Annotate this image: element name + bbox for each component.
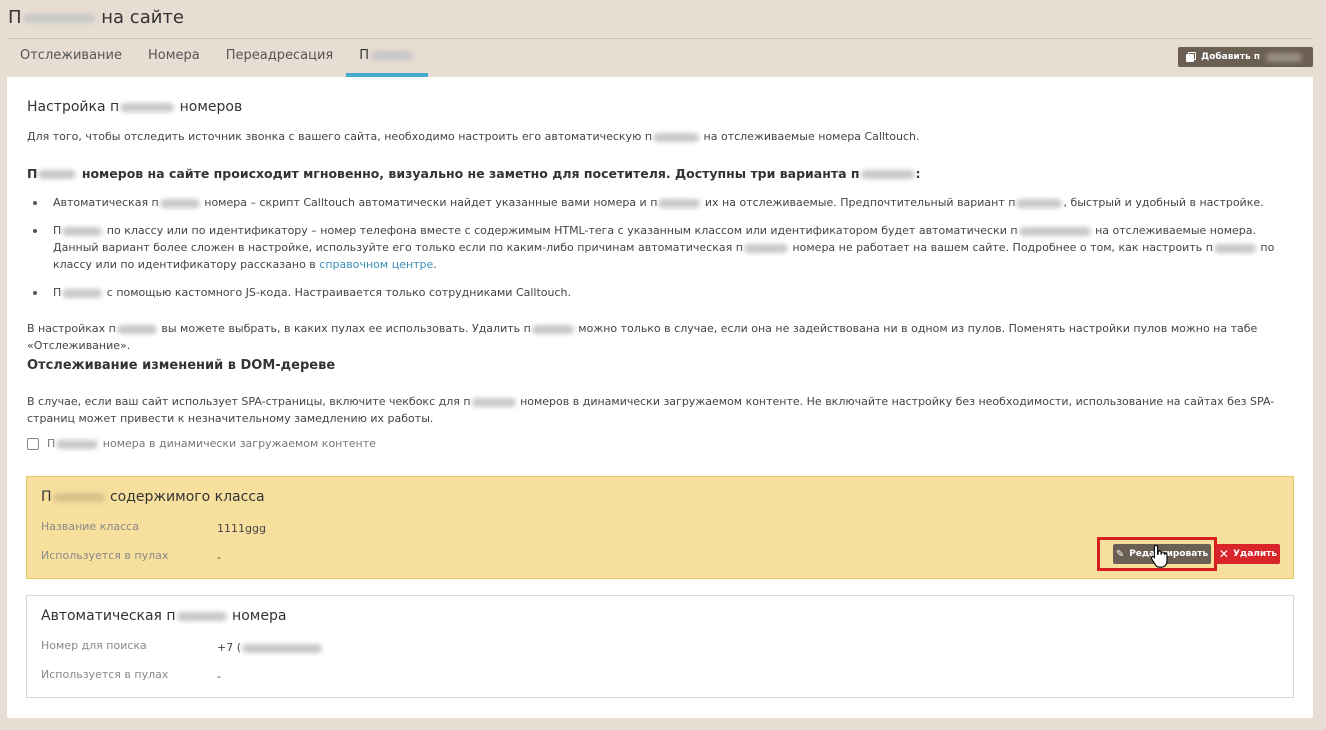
dom-heading: Отслеживание изменений в DOM-дереве bbox=[27, 358, 336, 373]
text: В настройках п bbox=[27, 322, 116, 335]
text: П bbox=[47, 437, 56, 450]
redacted-text bbox=[120, 102, 175, 112]
variants-list: Автоматическая п номера – скрипт Calltou… bbox=[27, 194, 1292, 312]
text: +7 ( bbox=[217, 641, 242, 654]
add-substitution-button[interactable]: Добавить п bbox=[1178, 47, 1313, 67]
text: с помощью кастомного JS-кода. Настраивае… bbox=[106, 286, 572, 299]
page-title: П на сайте bbox=[8, 7, 184, 28]
redacted-text bbox=[1266, 52, 1302, 62]
tab-bar: Отслеживание Номера Переадресация П bbox=[7, 39, 428, 77]
text: Для того, чтобы отследить источник звонк… bbox=[27, 130, 653, 143]
pencil-icon: ✎ bbox=[1115, 548, 1125, 560]
tab-label: Отслеживание bbox=[20, 48, 122, 63]
text: номера – скрипт Calltouch автоматически … bbox=[204, 196, 658, 209]
text: номера не работает на вашем сайте. Подро… bbox=[792, 241, 1213, 254]
auto-substitution-card: Автоматическая п номера Номер для поиска… bbox=[26, 595, 1294, 698]
lead-heading: П номеров на сайте происходит мгновенно,… bbox=[27, 166, 921, 181]
redacted-text bbox=[658, 198, 701, 208]
list-item: П с помощью кастомного JS-кода. Настраив… bbox=[27, 284, 1292, 301]
heading-text: Настройка п bbox=[27, 99, 120, 115]
redacted-text bbox=[62, 226, 103, 236]
page-title-prefix: П bbox=[8, 7, 22, 28]
checkbox-label: П номера в динамически загружаемом конте… bbox=[47, 437, 376, 450]
tab-substitution[interactable]: П bbox=[346, 39, 428, 77]
text: П bbox=[41, 489, 52, 505]
card-title: Автоматическая п номера bbox=[41, 608, 286, 624]
list-item: П по классу или по идентификатору – номе… bbox=[27, 222, 1292, 273]
text: П bbox=[53, 224, 62, 237]
redacted-text bbox=[176, 611, 227, 621]
redacted-text bbox=[242, 643, 323, 653]
redacted-text bbox=[1018, 226, 1091, 236]
redacted-text bbox=[38, 170, 77, 179]
text: номеров на сайте происходит мгновенно, в… bbox=[81, 166, 860, 181]
redacted-text bbox=[1213, 243, 1256, 253]
tab-label: Номера bbox=[148, 48, 200, 63]
pools-label: Используется в пулах bbox=[41, 668, 169, 681]
edit-button-label: Редактировать bbox=[1129, 549, 1209, 559]
pools-value: - bbox=[217, 551, 221, 564]
text: номера bbox=[232, 608, 287, 624]
redacted-text bbox=[62, 288, 103, 298]
redacted-text bbox=[159, 198, 200, 208]
redacted-text bbox=[56, 439, 99, 449]
section-heading: Настройка п номеров bbox=[27, 99, 242, 115]
redacted-text bbox=[1016, 198, 1063, 208]
text: Автоматическая п bbox=[41, 608, 176, 624]
text: П bbox=[53, 286, 62, 299]
class-name-label: Название класса bbox=[41, 520, 139, 533]
redacted-text bbox=[653, 132, 700, 142]
redacted-text bbox=[370, 51, 415, 60]
text: . bbox=[433, 258, 437, 271]
text: В случае, если ваш сайт использует SPA-с… bbox=[27, 395, 471, 408]
tab-numbers[interactable]: Номера bbox=[135, 39, 213, 77]
class-name-value: 1111ggg bbox=[217, 522, 266, 535]
help-center-link[interactable]: справочном центре bbox=[319, 258, 433, 271]
text: , быстрый и удобный в настройке. bbox=[1063, 196, 1264, 209]
text: П bbox=[27, 166, 38, 181]
dynamic-content-checkbox-row[interactable]: П номера в динамически загружаемом конте… bbox=[27, 437, 376, 450]
redacted-text bbox=[52, 492, 105, 502]
text: : bbox=[915, 166, 921, 181]
class-substitution-card: П содержимого класса Название класса 111… bbox=[26, 476, 1294, 579]
tab-forwarding[interactable]: Переадресация bbox=[213, 39, 346, 77]
text: вы можете выбрать, в каких пулах ее испо… bbox=[161, 322, 531, 335]
spa-note: В случае, если ваш сайт использует SPA-с… bbox=[27, 393, 1277, 427]
redacted-text bbox=[743, 243, 788, 253]
settings-note: В настройках п вы можете выбрать, в каки… bbox=[27, 320, 1313, 354]
text: Автоматическая п bbox=[53, 196, 159, 209]
tab-label: Переадресация bbox=[225, 48, 334, 63]
add-button-label: Добавить п bbox=[1201, 52, 1260, 62]
search-number-value: +7 ( bbox=[217, 641, 323, 654]
redacted-text bbox=[471, 397, 516, 407]
page-title-suffix: на сайте bbox=[101, 7, 184, 28]
tab-label: П bbox=[359, 48, 370, 63]
text: содержимого класса bbox=[109, 489, 265, 505]
text: номера в динамически загружаемом контент… bbox=[102, 437, 376, 450]
redacted-text bbox=[860, 170, 915, 179]
tab-tracking[interactable]: Отслеживание bbox=[7, 39, 135, 77]
text: по классу или по идентификатору – номер … bbox=[106, 224, 1018, 237]
dynamic-content-checkbox[interactable] bbox=[27, 437, 39, 450]
card-title: П содержимого класса bbox=[41, 489, 265, 505]
redacted-text bbox=[116, 324, 157, 334]
main-panel: Настройка п номеров Для того, чтобы отсл… bbox=[7, 77, 1313, 718]
text: их на отслеживаемые. Предпочтительный ва… bbox=[704, 196, 1016, 209]
hand-cursor-icon bbox=[1150, 544, 1168, 568]
heading-text: номеров bbox=[179, 99, 243, 115]
list-item: Автоматическая п номера – скрипт Calltou… bbox=[27, 194, 1292, 211]
intro-text: Для того, чтобы отследить источник звонк… bbox=[27, 128, 920, 145]
pools-value: - bbox=[217, 670, 221, 683]
delete-button[interactable]: ✕ Удалить bbox=[1216, 544, 1280, 564]
add-copy-icon bbox=[1186, 52, 1197, 62]
redacted-text bbox=[531, 324, 574, 334]
redacted-text bbox=[22, 13, 95, 23]
text: на отслеживаемые номера Calltouch. bbox=[703, 130, 920, 143]
delete-button-label: Удалить bbox=[1232, 549, 1278, 559]
pools-label: Используется в пулах bbox=[41, 549, 169, 562]
close-icon: ✕ bbox=[1218, 547, 1229, 561]
search-number-label: Номер для поиска bbox=[41, 639, 147, 652]
